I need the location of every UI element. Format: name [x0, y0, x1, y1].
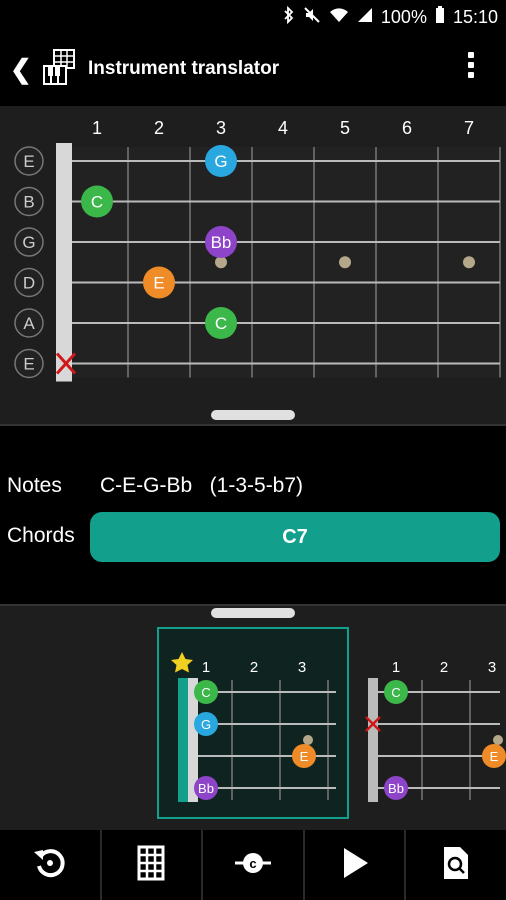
chord-fret-number: 2: [250, 659, 258, 676]
svg-text:G: G: [214, 152, 227, 171]
svg-text:C: C: [91, 193, 103, 212]
svg-text:E: E: [153, 274, 164, 293]
svg-text:B: B: [23, 193, 34, 212]
app-logo-icon: [42, 48, 78, 93]
play-button[interactable]: [305, 830, 407, 900]
chord-fret-marker-dot: [493, 735, 503, 745]
chords-label: Chords: [7, 524, 75, 547]
string-label: G: [14, 227, 44, 257]
fretboard-grid: [56, 143, 501, 382]
mute-icon: [303, 6, 321, 29]
wifi-icon: [329, 6, 349, 29]
app-bar: ❮ Instrument translator: [0, 36, 506, 106]
fret-number: 5: [340, 118, 350, 138]
nut: [56, 143, 72, 382]
svg-text:Bb: Bb: [388, 781, 404, 796]
panel-resize-handle-2[interactable]: [211, 608, 295, 618]
fret-number: 6: [402, 118, 412, 138]
play-icon: [340, 846, 370, 885]
chord-diagram-list[interactable]: 1 2 3 C G E Bb 1 2 3 C E Bb: [0, 606, 506, 830]
clock: 15:10: [452, 7, 498, 27]
svg-text:c: c: [249, 856, 256, 871]
battery-percent: 100%: [380, 7, 427, 27]
svg-text:G: G: [201, 717, 211, 732]
note-dot[interactable]: G: [205, 145, 237, 177]
chord-note-dot: C: [194, 680, 218, 704]
svg-text:E: E: [490, 749, 499, 764]
chord-fret-number: 2: [440, 659, 448, 676]
chord-button-c7[interactable]: C7: [90, 512, 500, 562]
svg-text:G: G: [22, 233, 35, 252]
chord-note-dot: G: [194, 712, 218, 736]
note-dot[interactable]: C: [81, 185, 113, 218]
reset-button[interactable]: [0, 830, 102, 900]
fretboard-background: [66, 147, 500, 378]
string-label: E: [14, 348, 44, 379]
chord-fret-marker-dot: [303, 735, 313, 745]
svg-text:C: C: [391, 685, 400, 700]
chord-note-dot: Bb: [384, 776, 408, 800]
svg-text:A: A: [23, 314, 35, 333]
fret-marker-dot: [339, 256, 351, 269]
svg-text:E: E: [23, 152, 34, 171]
chord-diagram-2[interactable]: 1 2 3 C E Bb: [365, 659, 506, 802]
notes-value: C-E-G-Bb (1-3-5-b7): [100, 474, 304, 497]
bottom-toolbar: c: [0, 830, 506, 900]
notes-label: Notes: [7, 474, 62, 497]
grid-button[interactable]: [102, 830, 204, 900]
string-label: A: [14, 308, 44, 338]
svg-text:Bb: Bb: [211, 233, 232, 252]
note-dot[interactable]: C: [205, 307, 237, 339]
page-title: Instrument translator: [88, 58, 280, 79]
fretboard-panel: 1 2 3 4 5 6 7 E B G D A E G C Bb E C: [0, 106, 506, 424]
svg-text:C: C: [201, 685, 210, 700]
note-dot[interactable]: E: [143, 266, 175, 299]
svg-text:C: C: [215, 314, 227, 333]
fret-marker-dot: [215, 256, 227, 269]
string-label: E: [14, 146, 44, 176]
svg-text:Bb: Bb: [198, 781, 214, 796]
fret-number: 2: [154, 118, 164, 138]
chord-note-dot: C: [384, 680, 408, 704]
chord-note-dot: Bb: [194, 776, 218, 800]
fret-marker-dot: [463, 256, 475, 269]
fret-number: 3: [216, 118, 226, 138]
string-label: D: [14, 267, 44, 298]
signal-icon: [357, 6, 373, 29]
overflow-menu-icon[interactable]: [468, 52, 476, 82]
status-bar: 100% 15:10: [0, 0, 506, 36]
chord-diagram-1[interactable]: 1 2 3 C G E Bb: [157, 627, 349, 819]
note-dot[interactable]: Bb: [205, 226, 237, 258]
svg-text:E: E: [23, 355, 34, 374]
grid-icon: [136, 845, 166, 886]
battery-icon: [435, 6, 445, 29]
chord-fret-number: 3: [298, 659, 306, 676]
back-icon[interactable]: ❮: [10, 54, 32, 85]
chord-fret-number: 3: [488, 659, 496, 676]
search-document-button[interactable]: [406, 830, 506, 900]
svg-text:E: E: [300, 749, 309, 764]
reset-icon: [31, 844, 69, 887]
panel-resize-handle[interactable]: [211, 410, 295, 420]
fret-number: 7: [464, 118, 474, 138]
capo-button[interactable]: c: [203, 830, 305, 900]
chord-diagrams-panel: 1 2 3 C G E Bb 1 2 3 C E Bb: [0, 604, 506, 832]
svg-text:D: D: [23, 274, 35, 293]
chord-note-dot: E: [482, 744, 506, 768]
fret-number: 4: [278, 118, 288, 138]
chord-fret-number: 1: [392, 659, 400, 676]
bluetooth-icon: [283, 5, 295, 29]
info-panel: Notes C-E-G-Bb (1-3-5-b7) Chords C7: [0, 424, 506, 606]
fret-number: 1: [92, 118, 102, 138]
chord-note-dot: E: [292, 744, 316, 768]
chord-fret-number: 1: [202, 659, 210, 676]
string-label: B: [14, 186, 44, 217]
search-document-icon: [441, 845, 471, 886]
chord-nut: [178, 678, 188, 802]
capo-icon: c: [233, 848, 273, 883]
chord-nut: [368, 678, 378, 802]
fretboard[interactable]: 1 2 3 4 5 6 7 E B G D A E G C Bb E C: [0, 106, 506, 406]
